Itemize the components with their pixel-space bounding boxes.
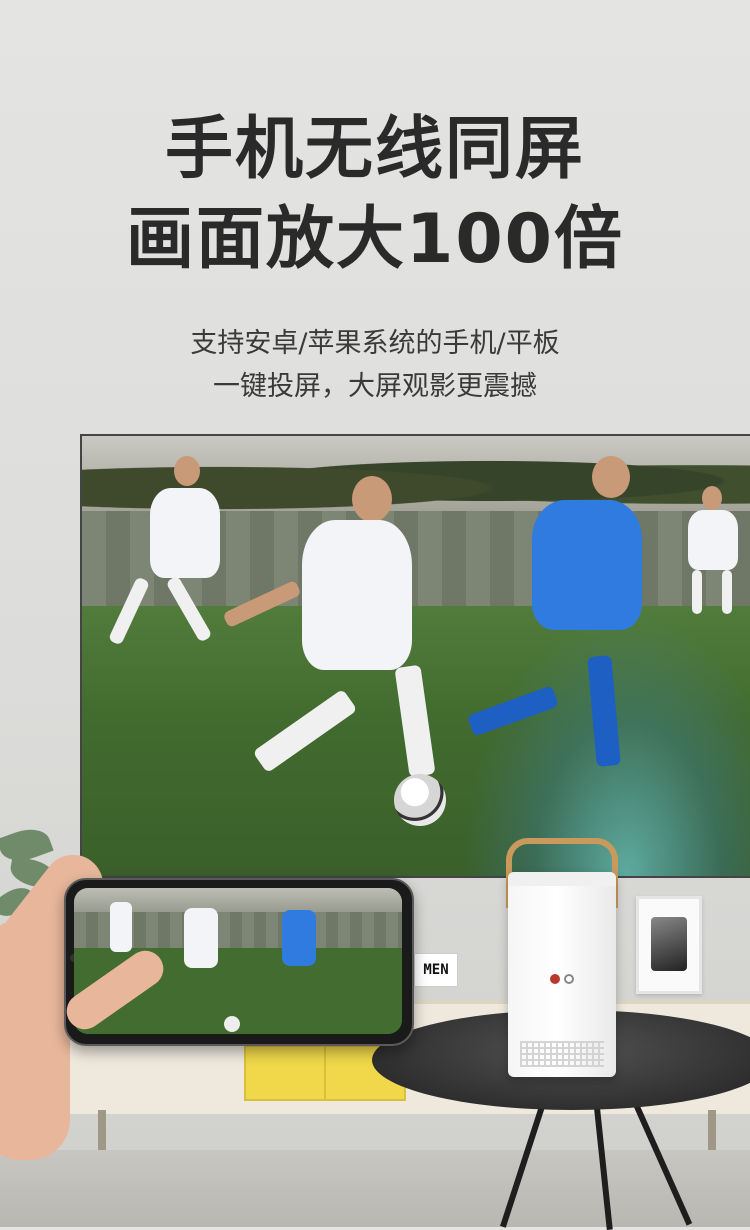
cabinet-drawer-left xyxy=(244,1045,326,1101)
projector-power-button xyxy=(564,974,574,984)
projector-lens-top xyxy=(508,872,616,886)
soccer-ball-icon xyxy=(394,774,446,826)
projection-screen xyxy=(80,434,750,878)
subheadline-line-2: 一键投屏，大屏观影更震撼 xyxy=(213,371,537,402)
decor-sign: MEN xyxy=(414,953,458,987)
projector-red-button xyxy=(550,974,560,984)
projector-icon xyxy=(508,872,616,1077)
headline-line-1: 手机无线同屏 xyxy=(164,110,585,189)
floor xyxy=(0,1150,750,1227)
phone-icon[interactable] xyxy=(64,878,414,1046)
cabinet-leg xyxy=(708,1110,716,1150)
wall-picture-frame xyxy=(636,896,702,994)
projector-speaker-grill xyxy=(520,1041,604,1067)
subheadline-line-1: 支持安卓/苹果系统的手机/平板 xyxy=(190,328,560,359)
soccer-scene xyxy=(82,436,750,876)
headline-line-2: 画面放大100倍 xyxy=(126,200,624,279)
